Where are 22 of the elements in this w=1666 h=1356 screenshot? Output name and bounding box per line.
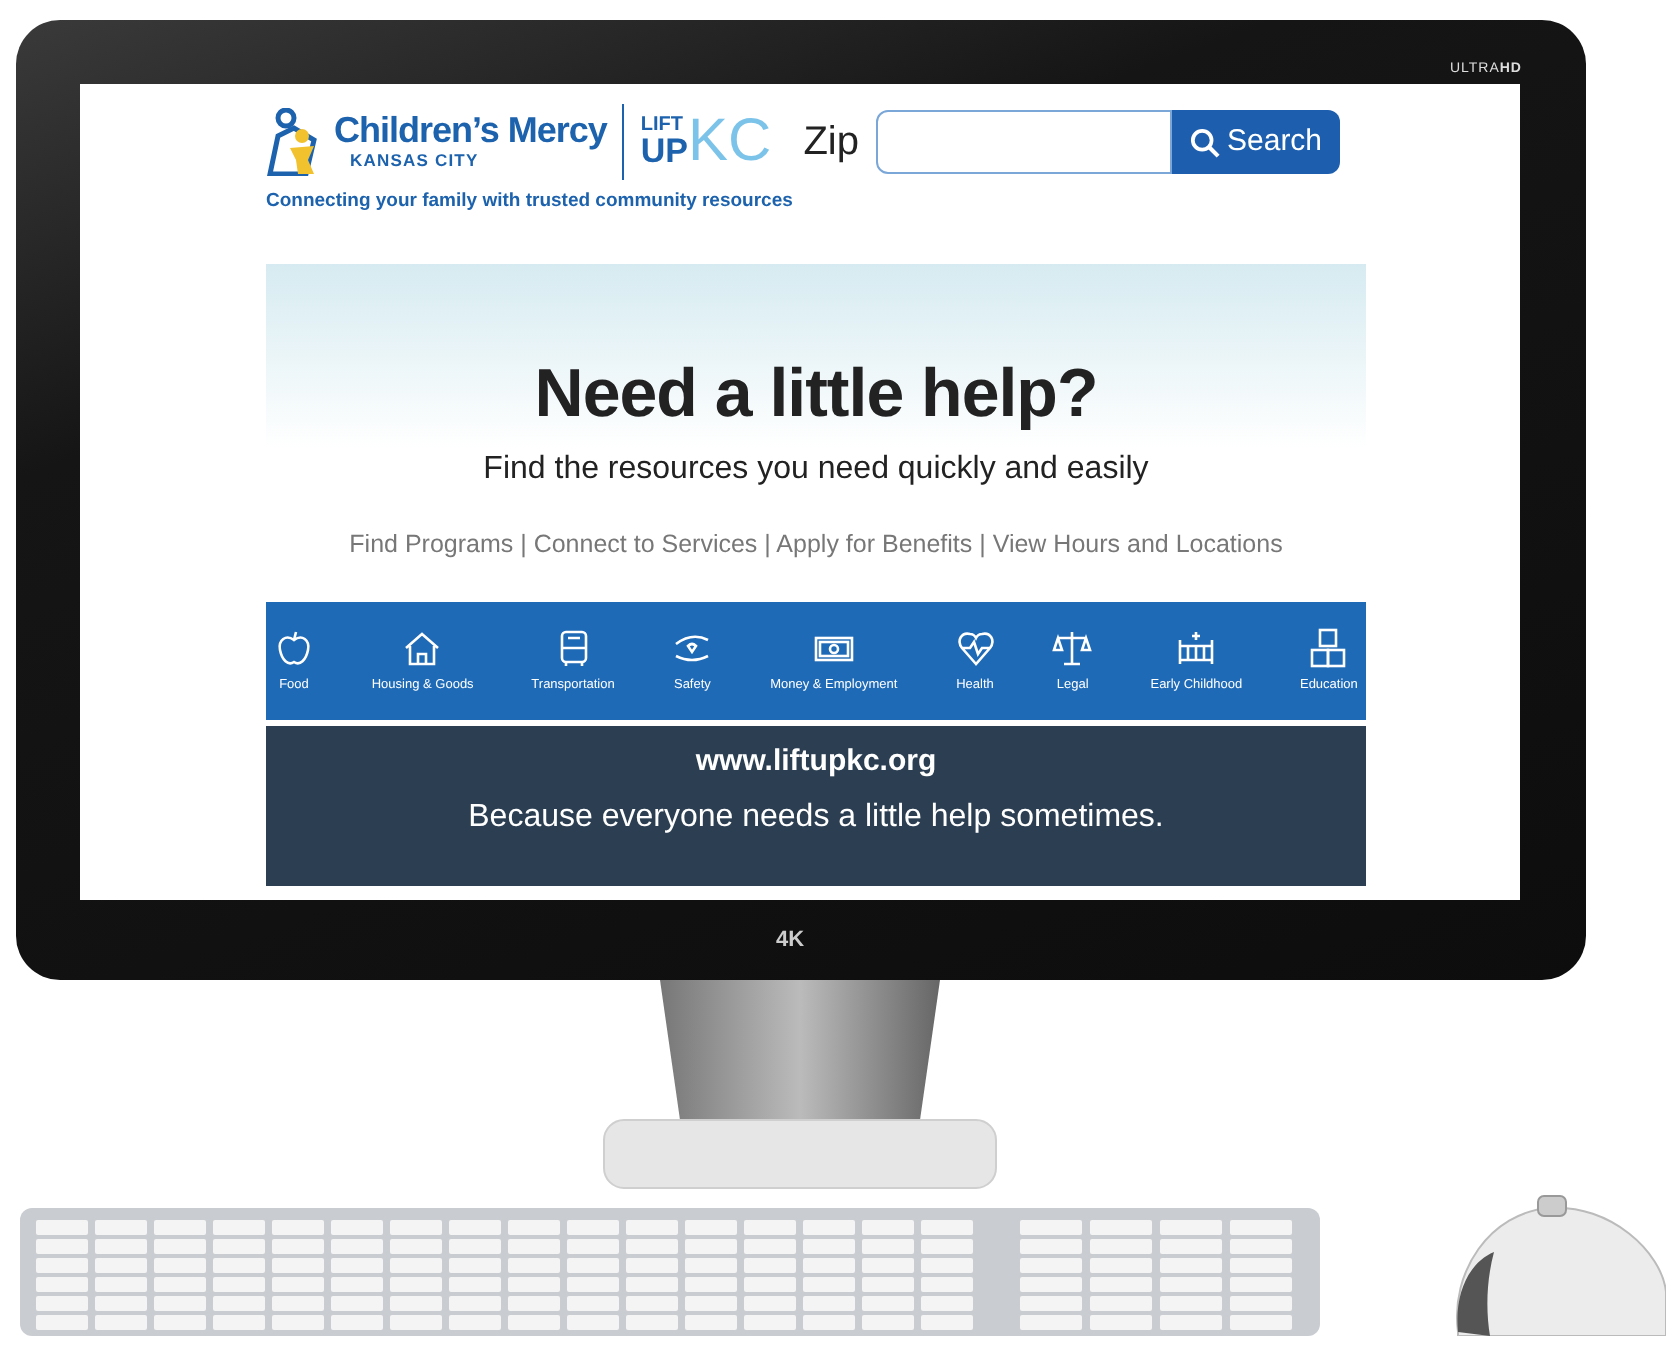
crib-icon xyxy=(1176,627,1217,668)
partner-logo-top: LIFT xyxy=(640,116,685,137)
partner-logo-bottom: UP xyxy=(640,136,689,168)
zip-label: Zip xyxy=(803,118,859,168)
zip-field[interactable] xyxy=(875,110,1171,174)
logo-city: KANSAS CITY xyxy=(350,147,481,173)
scales-icon xyxy=(1052,627,1093,668)
monitor-model-label: 4K xyxy=(776,926,805,956)
partner-logo-side: KC xyxy=(688,112,772,172)
search-icon xyxy=(1189,127,1219,157)
hero-subtitle: Find the resources you need quickly and easily xyxy=(483,450,1149,491)
hero-links: Find Programs | Connect to Services | Apply for Benefits | View Hours and Locations xyxy=(349,528,1283,563)
abc-blocks-icon xyxy=(1308,627,1349,668)
logo-name: Children’s Mercy xyxy=(334,111,607,148)
footer-message: Because everyone needs a little help sometimes. xyxy=(468,797,1164,837)
apple-icon xyxy=(274,627,314,668)
footer-url: www.liftupkc.org xyxy=(695,742,937,782)
heart-pulse-icon xyxy=(955,627,996,668)
tagline: Connecting your family with trusted community resources xyxy=(266,188,795,216)
house-icon xyxy=(402,627,443,668)
hero-title: Need a little help? xyxy=(534,354,1098,437)
search-button[interactable]: Search xyxy=(1171,110,1341,174)
